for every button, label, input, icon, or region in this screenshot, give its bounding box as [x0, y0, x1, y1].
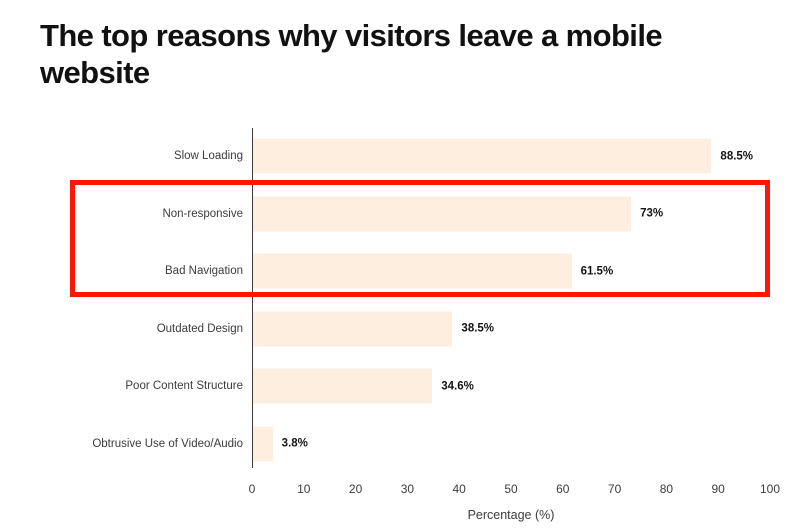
bar-value-label: 61.5%: [580, 265, 614, 277]
x-axis-label: Percentage (%): [467, 508, 555, 522]
bar-track: 34.6%: [253, 368, 474, 404]
bar-row: Outdated Design 38.5%: [0, 304, 800, 354]
bar-category-label: Non-responsive: [162, 207, 243, 220]
bar-value-label: 34.6%: [441, 380, 474, 392]
bar[interactable]: 73%: [253, 196, 663, 231]
x-axis: 0 10 20 30 40 50 60 70 80 90 100: [249, 468, 780, 496]
x-axis-tick-label: 70: [607, 482, 622, 496]
x-axis-tick-label: 10: [297, 482, 311, 496]
bar-track: 38.5%: [253, 311, 494, 346]
x-axis-tick-label: 80: [659, 482, 674, 496]
bar-row: Non-responsive 73%: [0, 189, 800, 239]
bar-value-label: 38.5%: [461, 322, 495, 335]
x-axis-tick-label: 40: [452, 482, 466, 496]
bar-category-label: Outdated Design: [156, 322, 243, 335]
bar-value-label: 73%: [640, 207, 664, 220]
bar[interactable]: 34.6%: [253, 368, 474, 404]
chart-page: The top reasons why visitors leave a mob…: [0, 0, 800, 531]
bar-track: 88.5%: [253, 138, 753, 174]
bar-row: Poor Content Structure 34.6%: [0, 361, 800, 411]
bar-row: Bad Navigation 61.5%: [0, 246, 800, 296]
bar-row: Obtrusive Use of Video/Audio 3.8%: [0, 419, 800, 469]
bar-category-label: Bad Navigation: [165, 265, 243, 277]
bar-track: 3.8%: [253, 426, 308, 461]
x-axis-tick-label: 0: [248, 482, 256, 496]
bar-value-label: 3.8%: [281, 437, 308, 450]
bar-category-label: Poor Content Structure: [125, 380, 243, 392]
bar-value-label: 88.5%: [720, 150, 754, 162]
x-axis-tick-label: 90: [711, 482, 725, 496]
bar-track: 73%: [253, 196, 663, 231]
bar-chart-plot-area: Slow Loading 88.5% Non-responsive 73% Bad Na…: [0, 0, 800, 531]
x-axis-tick-label: 100: [759, 482, 781, 496]
bar[interactable]: 61.5%: [253, 253, 613, 289]
bar[interactable]: 3.8%: [253, 426, 308, 461]
x-axis-tick-label: 60: [556, 482, 570, 496]
bar-track: 61.5%: [253, 253, 613, 289]
x-axis-tick-label: 50: [504, 482, 518, 496]
bar-category-label: Obtrusive Use of Video/Audio: [92, 437, 243, 450]
bar-category-label: Slow Loading: [173, 150, 243, 162]
bar[interactable]: 38.5%: [253, 311, 494, 346]
bar[interactable]: 88.5%: [253, 138, 753, 174]
x-axis-tick-label: 20: [348, 482, 363, 496]
bar-row: Slow Loading 88.5%: [0, 131, 800, 181]
x-axis-tick-label: 30: [400, 482, 415, 496]
